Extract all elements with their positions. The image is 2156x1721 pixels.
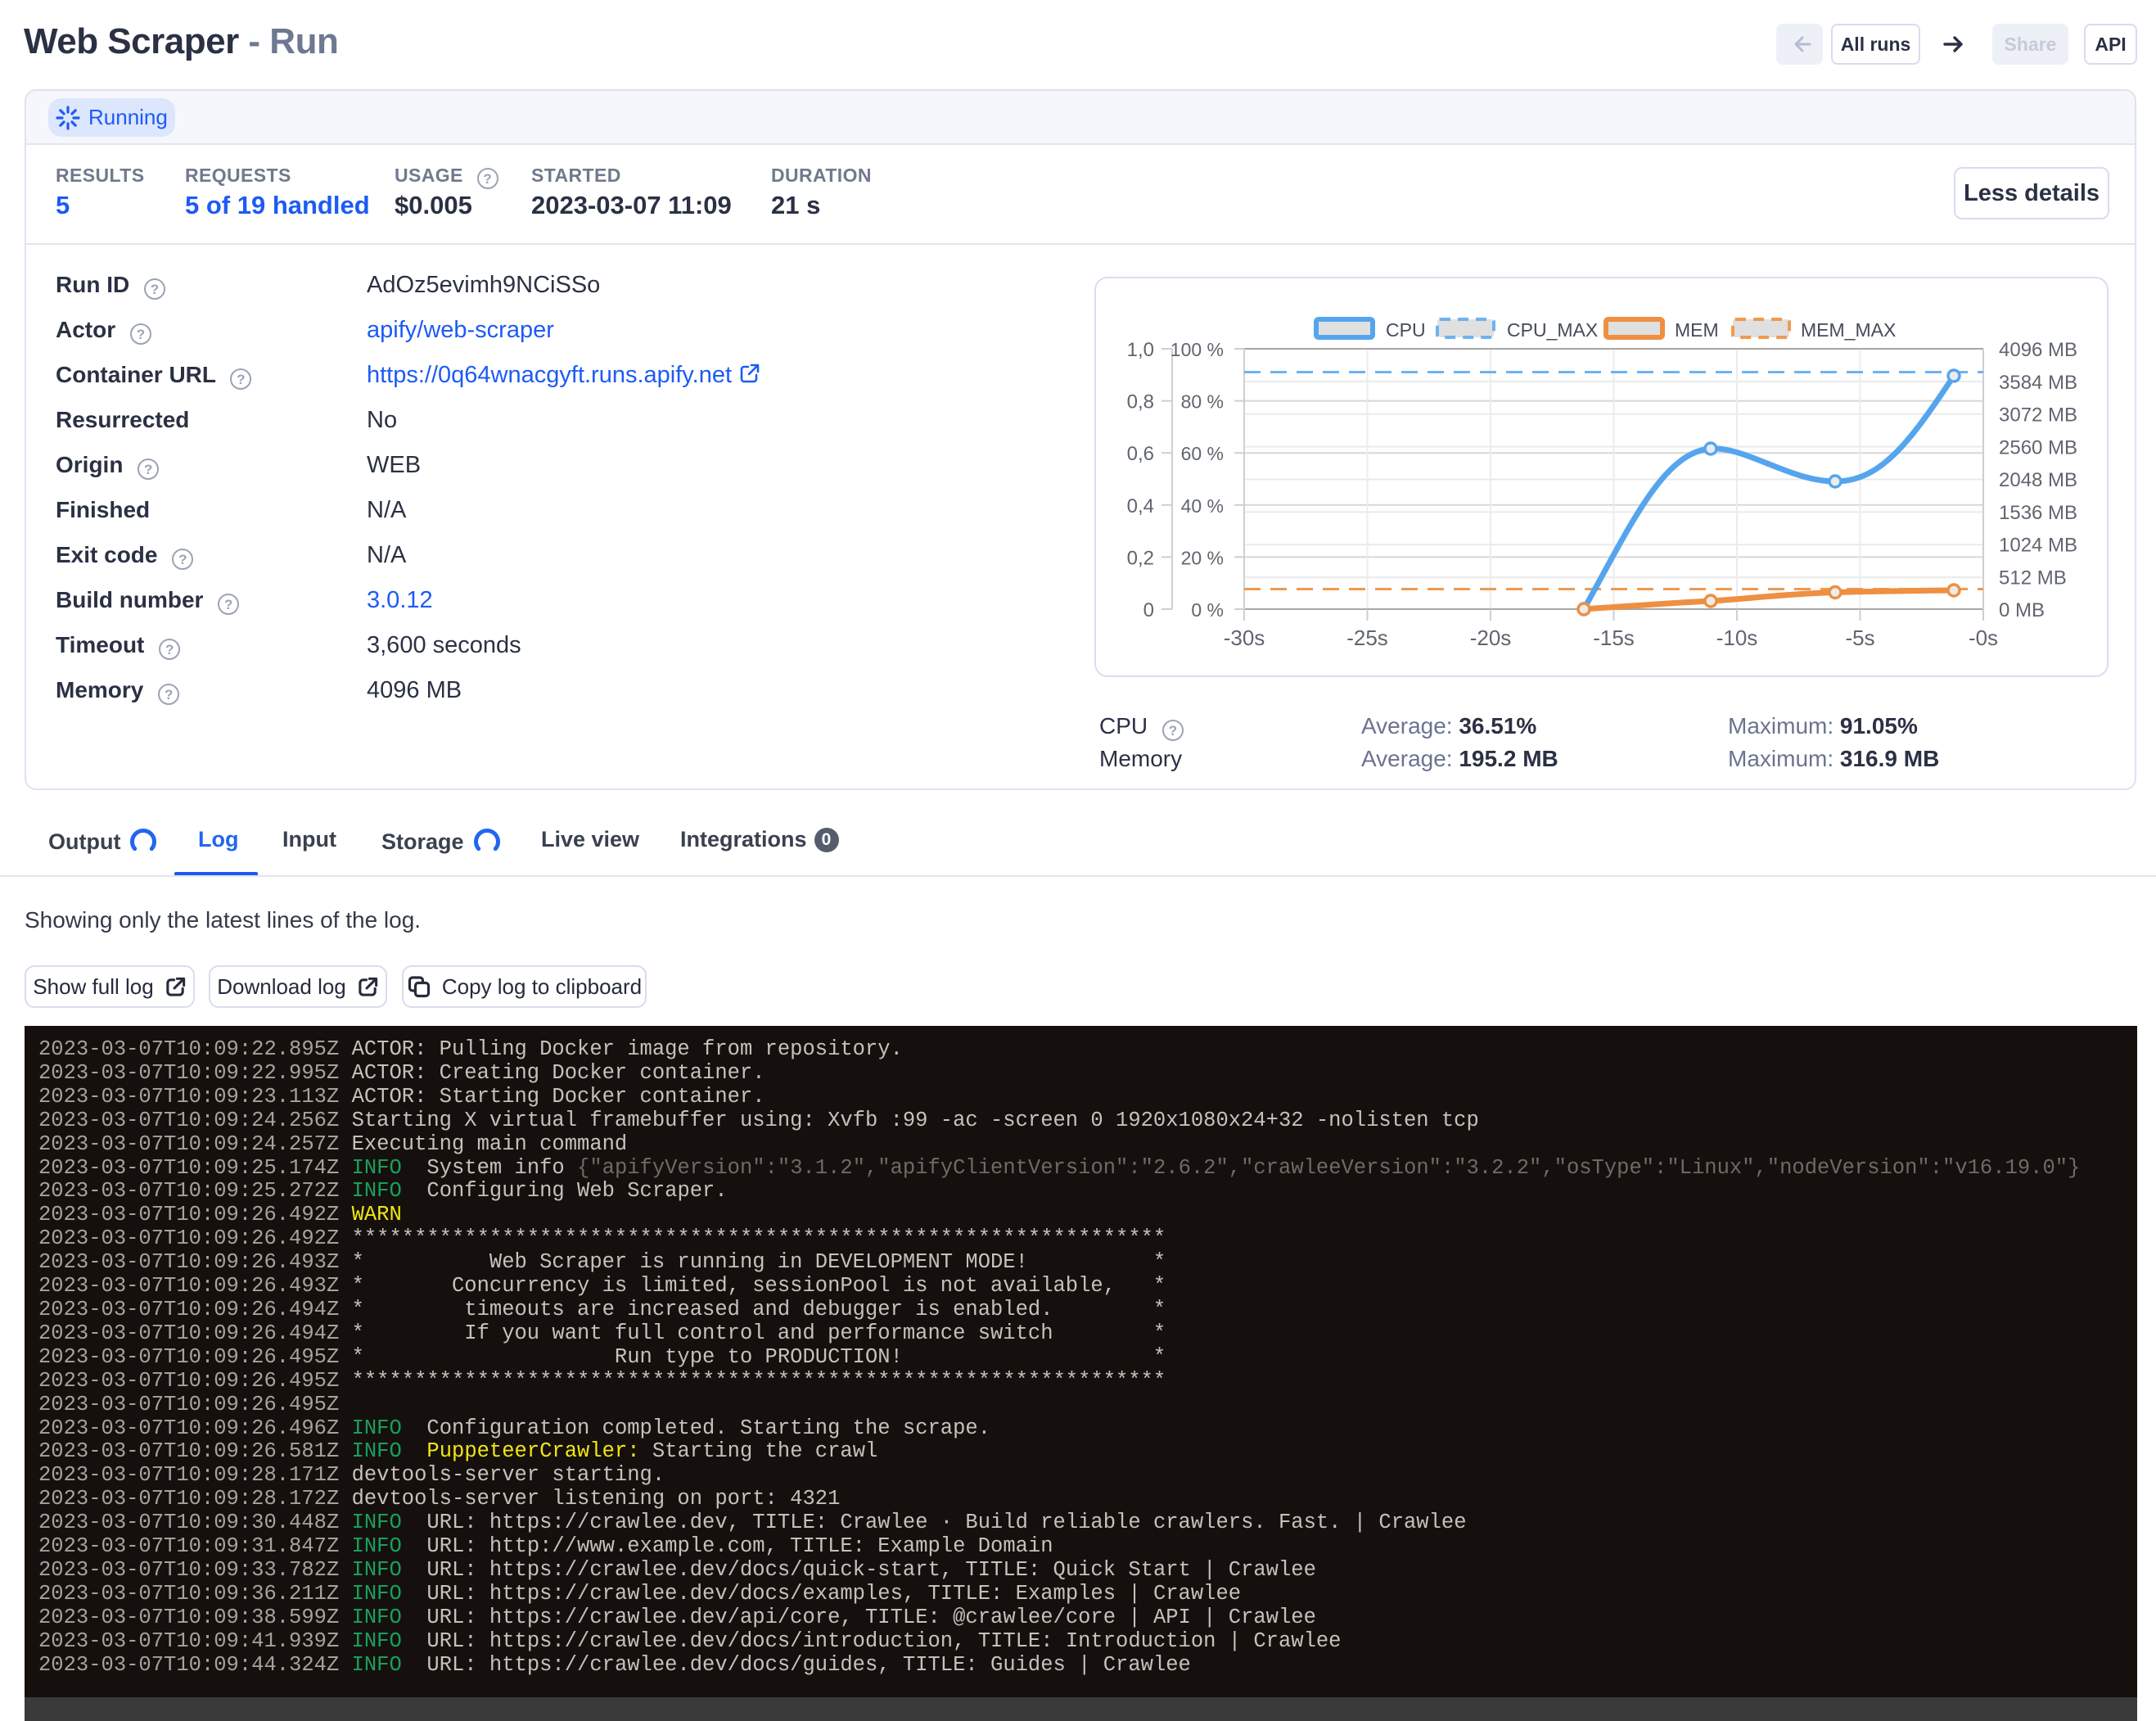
svg-text:-10s: -10s [1716, 626, 1758, 650]
svg-text:-0s: -0s [1969, 626, 1998, 650]
svg-text:3584 MB: 3584 MB [1999, 372, 2077, 394]
svg-text:2048 MB: 2048 MB [1999, 469, 2077, 491]
svg-text:-25s: -25s [1346, 626, 1388, 650]
svg-text:3072 MB: 3072 MB [1999, 404, 2077, 427]
svg-text:MEM: MEM [1675, 319, 1719, 341]
svg-text:MEM_MAX: MEM_MAX [1801, 319, 1896, 341]
svg-text:0,4: 0,4 [1127, 495, 1154, 517]
svg-text:CPU: CPU [1386, 319, 1426, 341]
svg-text:0 MB: 0 MB [1999, 599, 2045, 621]
svg-text:0,2: 0,2 [1127, 547, 1154, 569]
svg-text:40 %: 40 % [1181, 495, 1224, 517]
svg-text:2560 MB: 2560 MB [1999, 436, 2077, 458]
svg-text:512 MB: 512 MB [1999, 567, 2067, 589]
svg-text:-15s: -15s [1593, 626, 1635, 650]
svg-text:60 %: 60 % [1181, 443, 1224, 464]
svg-text:4096 MB: 4096 MB [1999, 339, 2077, 361]
svg-text:-30s: -30s [1224, 626, 1265, 650]
svg-text:0 %: 0 % [1191, 599, 1224, 621]
svg-text:100 %: 100 % [1170, 339, 1224, 360]
svg-text:1536 MB: 1536 MB [1999, 502, 2077, 524]
svg-text:CPU_MAX: CPU_MAX [1507, 319, 1598, 341]
svg-text:-20s: -20s [1470, 626, 1512, 650]
svg-text:1024 MB: 1024 MB [1999, 535, 2077, 557]
svg-text:80 %: 80 % [1181, 391, 1224, 413]
svg-text:0: 0 [1143, 599, 1154, 621]
svg-text:1,0: 1,0 [1127, 339, 1154, 361]
svg-text:0,8: 0,8 [1127, 391, 1154, 413]
svg-text:0,6: 0,6 [1127, 443, 1154, 465]
svg-text:20 %: 20 % [1181, 547, 1224, 568]
svg-text:-5s: -5s [1845, 626, 1874, 650]
